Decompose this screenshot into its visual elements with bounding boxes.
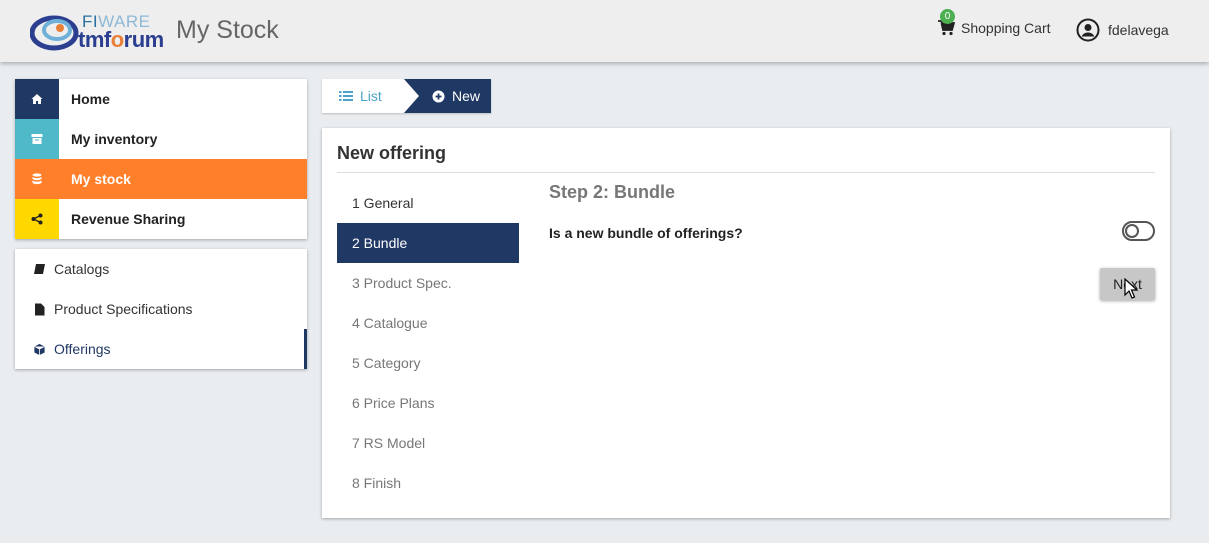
app-header: FIWARE tmforum My Stock 0 Shopping Cart … [0, 0, 1209, 62]
panel-divider [337, 172, 1155, 173]
step-general[interactable]: 1 General [337, 183, 519, 223]
next-button[interactable]: Next [1100, 268, 1155, 300]
step-bundle[interactable]: 2 Bundle [337, 223, 519, 263]
cube-icon [33, 342, 46, 356]
logo-tmforum-text: tmforum [78, 27, 164, 52]
logo-swirl-icon [29, 15, 79, 51]
panel-title: New offering [337, 143, 447, 163]
menu-item-my-inventory[interactable]: My inventory [15, 119, 307, 159]
wizard-steps: 1 General 2 Bundle 3 Product Spec. 4 Cat… [337, 183, 519, 503]
toggle-knob [1125, 224, 1139, 238]
step-catalogue[interactable]: 4 Catalogue [337, 303, 519, 343]
step-rs-model[interactable]: 7 RS Model [337, 423, 519, 463]
submenu-item-label: Product Specifications [54, 301, 193, 317]
menu-item-my-stock[interactable]: My stock [15, 159, 307, 199]
share-icon [15, 199, 59, 239]
shopping-cart-link[interactable]: 0 Shopping Cart [938, 9, 1051, 36]
step-product-spec[interactable]: 3 Product Spec. [337, 263, 519, 303]
view-tabs: List New [322, 79, 491, 113]
list-icon [339, 91, 353, 101]
book-icon [34, 263, 45, 275]
app-title: My Stock [176, 16, 279, 44]
menu-item-label: Home [71, 91, 110, 107]
tab-list[interactable]: List [322, 79, 419, 113]
user-circle-icon [1076, 18, 1100, 42]
stock-submenu: Catalogs Product Specifications Offering… [15, 249, 307, 369]
step-finish[interactable]: 8 Finish [337, 463, 519, 503]
submenu-item-offerings[interactable]: Offerings [15, 329, 307, 369]
bundle-toggle[interactable] [1122, 221, 1155, 241]
shopping-cart-label: Shopping Cart [961, 20, 1051, 36]
step-price-plans[interactable]: 6 Price Plans [337, 383, 519, 423]
fiware-tmforum-logo[interactable]: FIWARE tmforum [29, 9, 170, 53]
menu-item-home[interactable]: Home [15, 79, 307, 119]
step-heading: Step 2: Bundle [549, 182, 676, 202]
submenu-item-catalogs[interactable]: Catalogs [15, 249, 307, 289]
user-menu[interactable]: fdelavega [1076, 18, 1169, 42]
submenu-item-label: Catalogs [54, 261, 110, 277]
database-icon [15, 159, 59, 199]
menu-item-label: Revenue Sharing [71, 211, 186, 227]
main-menu: Home My inventory My stock Revenue Shari… [15, 79, 307, 239]
new-offering-panel: New offering 1 General 2 Bundle 3 Produc… [322, 128, 1170, 518]
menu-item-label: My stock [71, 171, 131, 187]
file-icon [35, 303, 45, 315]
submenu-item-product-specifications[interactable]: Product Specifications [15, 289, 307, 329]
archive-icon [15, 119, 59, 159]
tab-list-label: List [360, 88, 382, 104]
tab-new-label: New [452, 88, 481, 104]
bundle-question-label: Is a new bundle of offerings? [549, 225, 743, 241]
plus-circle-icon [432, 90, 445, 102]
menu-item-label: My inventory [71, 131, 158, 147]
cart-count-badge: 0 [940, 9, 955, 24]
menu-item-revenue-sharing[interactable]: Revenue Sharing [15, 199, 307, 239]
submenu-item-label: Offerings [54, 341, 111, 357]
tab-arrow-divider [404, 79, 419, 113]
step-category[interactable]: 5 Category [337, 343, 519, 383]
home-icon [15, 79, 59, 119]
username: fdelavega [1108, 22, 1169, 38]
